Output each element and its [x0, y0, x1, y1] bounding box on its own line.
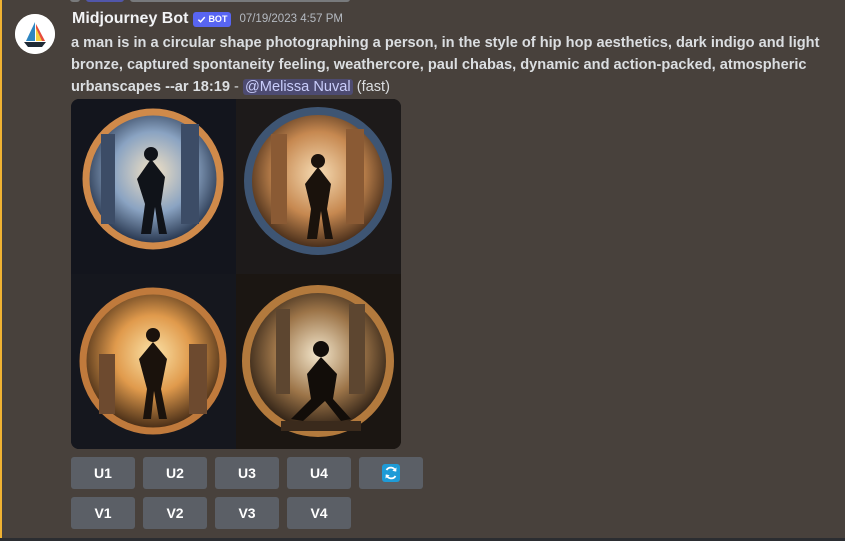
bot-badge: BOT [193, 11, 232, 27]
image-1[interactable] [71, 99, 236, 274]
bot-badge-label: BOT [208, 14, 228, 24]
highlight-accent [0, 0, 2, 541]
prompt-text: a man is in a circular shape photographi… [71, 35, 820, 95]
image-4[interactable] [236, 274, 401, 449]
upscale-2-button[interactable]: U2 [143, 457, 207, 489]
image-2[interactable] [236, 99, 401, 274]
variation-4-button[interactable]: V4 [287, 497, 351, 529]
image-grid-canvas [71, 99, 401, 449]
sailboat-logo-icon [15, 14, 55, 54]
image-3[interactable] [71, 274, 236, 449]
speed-label: (fast) [356, 79, 390, 95]
variation-1-button[interactable]: V1 [71, 497, 135, 529]
reroll-button[interactable] [359, 457, 423, 489]
refresh-icon [382, 464, 400, 482]
upscale-4-button[interactable]: U4 [287, 457, 351, 489]
upscale-3-button[interactable]: U3 [215, 457, 279, 489]
message-header: Midjourney Bot BOT 07/19/2023 4:57 PM [72, 9, 343, 29]
variation-2-button[interactable]: V2 [143, 497, 207, 529]
avatar[interactable] [15, 14, 55, 54]
verified-check-icon [198, 16, 206, 23]
reply-preview[interactable] [70, 0, 350, 4]
separator: - [230, 79, 243, 95]
timestamp[interactable]: 07/19/2023 4:57 PM [239, 13, 343, 25]
message-content: a man is in a circular shape photographi… [71, 32, 831, 98]
variation-3-button[interactable]: V3 [215, 497, 279, 529]
upscale-1-button[interactable]: U1 [71, 457, 135, 489]
image-grid[interactable] [71, 99, 401, 449]
author-name[interactable]: Midjourney Bot [72, 10, 188, 28]
user-mention[interactable]: @Melissa Nuval [242, 79, 353, 95]
